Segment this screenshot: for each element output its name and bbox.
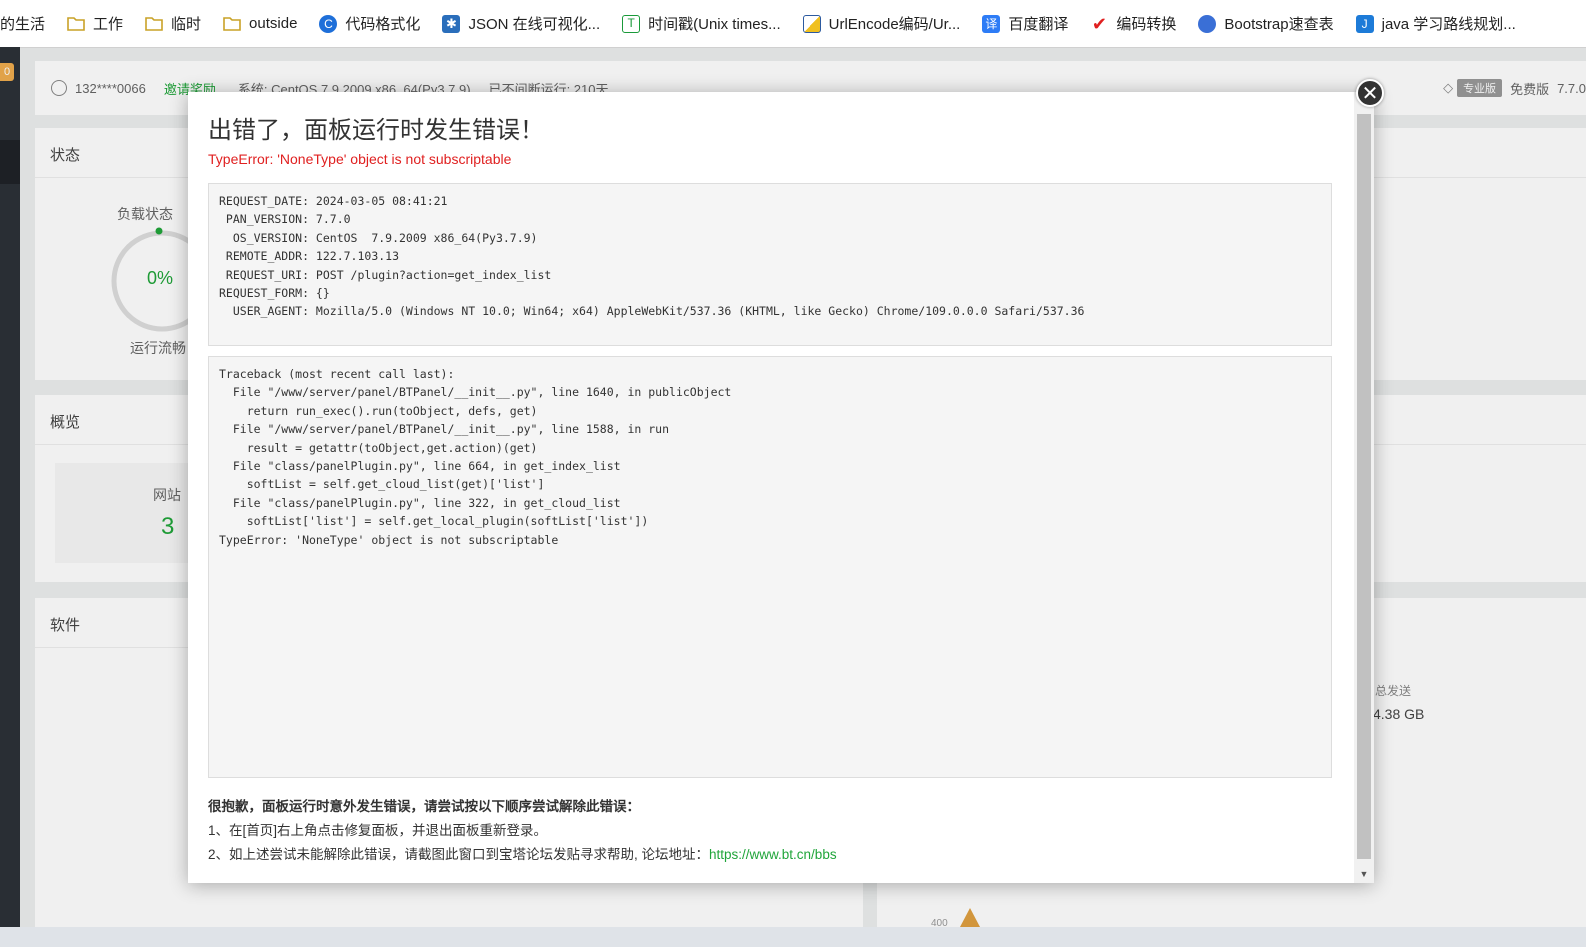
checkmark-icon: ✔ <box>1091 13 1107 34</box>
bookmark-label: Bootstrap速查表 <box>1224 16 1334 33</box>
code-format-icon: C <box>319 14 338 33</box>
bookmarks-bar: 的生活 工作 临时 outside C 代码格式化 ✱ JSON 在线可视化..… <box>0 0 1586 48</box>
bootstrap-icon <box>1198 14 1217 33</box>
bookmark-label: 的生活 <box>0 16 46 33</box>
translate-icon: 译 <box>982 14 1001 33</box>
folder-icon <box>67 15 85 33</box>
bookmark-folder-temp[interactable]: 临时 <box>145 13 201 34</box>
bookmark-json[interactable]: ✱ JSON 在线可视化... <box>442 13 600 34</box>
bookmark-timestamp[interactable]: T 时间戳(Unix times... <box>622 13 781 34</box>
timestamp-icon: T <box>622 14 641 33</box>
folder-icon <box>223 15 241 33</box>
bookmark-folder-outside[interactable]: outside <box>223 15 297 33</box>
bottom-strip <box>0 927 1586 947</box>
error-dialog-content: 出错了，面板运行时发生错误！ TypeError: 'NoneType' obj… <box>188 92 1354 883</box>
java-icon: J <box>1355 14 1374 33</box>
bookmark-folder-work[interactable]: 工作 <box>67 13 123 34</box>
traceback-box: Traceback (most recent call last): File … <box>208 356 1332 778</box>
bookmark-code-format[interactable]: C 代码格式化 <box>319 13 420 34</box>
urlencode-icon <box>802 14 821 33</box>
bookmark-label: outside <box>249 15 298 32</box>
help-section: 很抱歉，面板运行时意外发生错误，请尝试按以下顺序尝试解除此错误： 1、在[首页]… <box>208 795 837 867</box>
bookmark-label: UrlEncode编码/Ur... <box>828 16 961 33</box>
scroll-down-arrow-icon[interactable]: ▼ <box>1354 865 1374 883</box>
bookmark-baidu-translate[interactable]: 译 百度翻译 <box>982 13 1068 34</box>
bookmark-java[interactable]: J java 学习路线规划... <box>1355 13 1516 34</box>
dialog-title: 出错了，面板运行时发生错误！ <box>208 117 544 144</box>
json-icon: ✱ <box>442 14 461 33</box>
error-message: TypeError: 'NoneType' object is not subs… <box>208 151 512 167</box>
help-step-2-text: 2、如上述尝试未能解除此错误，请截图此窗口到宝塔论坛发贴寻求帮助, 论坛地址： <box>208 847 710 862</box>
close-dialog-button[interactable]: ✕ <box>1356 79 1384 107</box>
bookmark-label: java 学习路线规划... <box>1381 16 1516 33</box>
help-heading: 很抱歉，面板运行时意外发生错误，请尝试按以下顺序尝试解除此错误： <box>208 799 640 814</box>
request-info-box: REQUEST_DATE: 2024-03-05 08:41:21 PAN_VE… <box>208 183 1332 346</box>
bookmark-label: 工作 <box>93 16 124 33</box>
bookmark-label: JSON 在线可视化... <box>468 16 601 33</box>
error-dialog: 出错了，面板运行时发生错误！ TypeError: 'NoneType' obj… <box>188 92 1374 883</box>
help-step-2: 2、如上述尝试未能解除此错误，请截图此窗口到宝塔论坛发贴寻求帮助, 论坛地址：h… <box>208 843 837 867</box>
bookmark-label: 编码转换 <box>1116 16 1177 33</box>
forum-link[interactable]: https://www.bt.cn/bbs <box>709 847 837 862</box>
bookmark-label: 代码格式化 <box>345 16 421 33</box>
folder-icon <box>145 15 163 33</box>
scroll-thumb[interactable] <box>1357 114 1371 859</box>
bookmark-bootstrap[interactable]: Bootstrap速查表 <box>1198 13 1334 34</box>
bookmark-label: 时间戳(Unix times... <box>648 16 781 33</box>
bookmark-urlencode[interactable]: UrlEncode编码/Ur... <box>802 13 961 34</box>
bookmark-label: 百度翻译 <box>1008 16 1069 33</box>
help-step-1: 1、在[首页]右上角点击修复面板，并退出面板重新登录。 <box>208 823 548 838</box>
bookmark-encoding[interactable]: ✔ 编码转换 <box>1090 13 1177 34</box>
dialog-scrollbar[interactable]: ▲ ▼ <box>1354 92 1374 883</box>
bookmark-label: 临时 <box>171 16 202 33</box>
bookmark-life[interactable]: 的生活 <box>0 13 45 34</box>
